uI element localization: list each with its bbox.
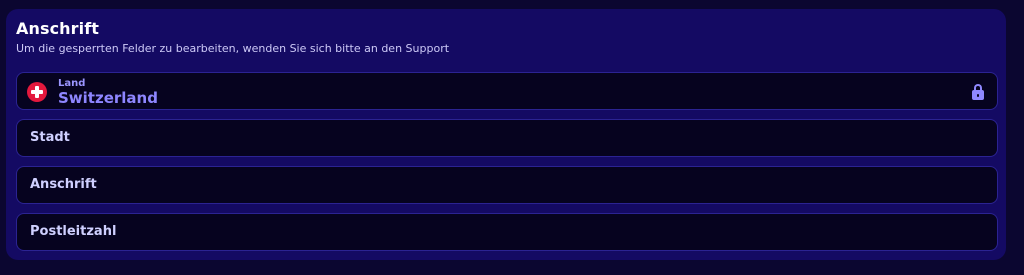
section-title: Anschrift [16, 19, 100, 38]
country-field[interactable]: Land Switzerland [16, 72, 998, 110]
postcode-label: Postleitzahl [30, 224, 117, 239]
lock-keyhole [977, 94, 979, 97]
postcode-field[interactable]: Postleitzahl [16, 213, 998, 251]
address-field[interactable]: Anschrift [16, 166, 998, 204]
flag-cross-horizontal [31, 90, 43, 94]
address-label: Anschrift [30, 177, 97, 192]
country-value: Switzerland [58, 89, 158, 107]
section-subtitle: Um die gesperrten Felder zu bearbeiten, … [16, 42, 450, 55]
address-panel: Anschrift Um die gesperrten Felder zu be… [6, 9, 1006, 260]
city-label: Stadt [30, 130, 70, 145]
city-field[interactable]: Stadt [16, 119, 998, 157]
lock-icon [971, 84, 985, 100]
switzerland-flag-icon [27, 82, 47, 102]
